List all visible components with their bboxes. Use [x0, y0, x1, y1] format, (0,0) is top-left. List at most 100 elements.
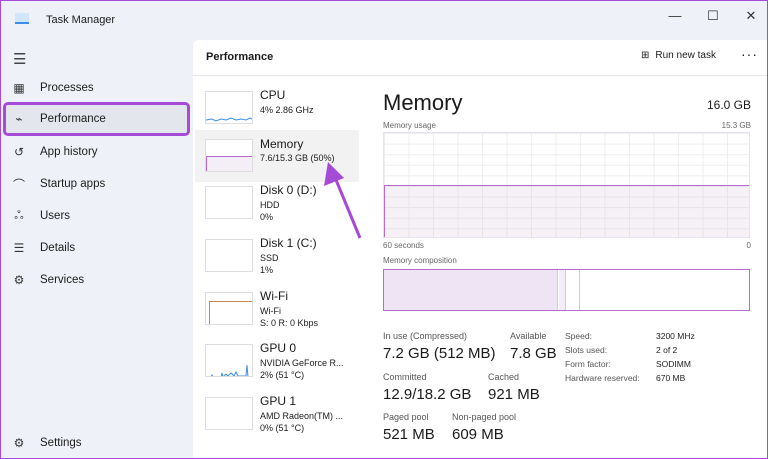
- stat-value: 921 MB: [488, 386, 540, 403]
- close-button[interactable]: ✕: [736, 6, 766, 26]
- sidebar-item-label: Settings: [40, 437, 82, 449]
- memory-composition-bar: [383, 269, 750, 311]
- minimize-button[interactable]: —: [660, 6, 690, 26]
- sidebar-item-processes[interactable]: ▦ Processes: [0, 73, 190, 103]
- main-panel: Performance ⊞ Run new task ··· CPU 4% 2.86…: [193, 40, 768, 459]
- device-detail: 4% 2.86 GHz: [260, 105, 314, 115]
- header-divider: [193, 75, 768, 76]
- time-axis-end: 0: [746, 241, 751, 250]
- spec-label: Slots used:: [565, 345, 608, 355]
- sidebar-item-label: App history: [40, 146, 98, 158]
- spec-value: 2 of 2: [656, 345, 678, 355]
- maximize-button[interactable]: ☐: [698, 6, 728, 26]
- device-detail: NVIDIA GeForce R...: [260, 358, 344, 368]
- spec-value: SODIMM: [656, 359, 691, 369]
- spec-value: 3200 MHz: [656, 331, 695, 341]
- stat-value: 7.8 GB: [510, 345, 557, 362]
- device-wifi[interactable]: Wi-Fi Wi-Fi S: 0 R: 0 Kbps: [195, 286, 359, 338]
- sidebar-item-app-history[interactable]: ↺ App history: [0, 137, 190, 167]
- run-new-task-label: Run new task: [655, 50, 716, 61]
- device-detail: SSD: [260, 253, 279, 263]
- modified-segment: [559, 270, 566, 310]
- sidebar-item-label: Startup apps: [40, 178, 106, 190]
- stat-label: Cached: [488, 372, 520, 382]
- memory-usage-area: [384, 185, 749, 237]
- history-icon: ↺: [13, 145, 25, 159]
- device-name: Wi-Fi: [260, 289, 288, 303]
- time-axis-start: 60 seconds: [383, 241, 424, 250]
- device-usage: 1%: [260, 265, 274, 275]
- stat-label: In use (Compressed): [383, 331, 468, 341]
- annotation-arrow: [324, 162, 362, 239]
- device-usage: 0%: [260, 212, 274, 222]
- sidebar-item-label: Users: [40, 210, 71, 222]
- memory-usage-max: 15.3 GB: [721, 121, 751, 130]
- speedometer-icon: ⌒: [12, 177, 25, 192]
- device-gpu-0[interactable]: GPU 0 NVIDIA GeForce R... 2% (51 °C): [195, 338, 359, 390]
- performance-icon: ⌁: [15, 112, 23, 126]
- device-detail: HDD: [260, 200, 280, 210]
- stat-value: 609 MB: [452, 426, 504, 443]
- memory-usage-label: Memory usage: [383, 121, 436, 130]
- users-icon: ஃ: [14, 208, 24, 222]
- device-name: GPU 0: [260, 341, 297, 355]
- sidebar-item-users[interactable]: ஃ Users: [0, 201, 190, 231]
- run-new-task-button[interactable]: ⊞ Run new task: [641, 50, 716, 61]
- standby-divider: [579, 270, 580, 310]
- sidebar-item-settings[interactable]: ⚙ Settings: [0, 428, 190, 458]
- sidebar-item-label: Processes: [40, 82, 94, 94]
- hamburger-menu-icon[interactable]: ☰: [13, 50, 26, 68]
- gpu-thumbnail: [205, 397, 253, 430]
- device-name: Memory: [260, 137, 304, 151]
- stat-value: 12.9/18.2 GB: [383, 386, 472, 403]
- cpu-thumbnail: [205, 91, 253, 124]
- gear-icon: ⚙: [13, 436, 25, 450]
- spec-label: Hardware reserved:: [565, 373, 640, 383]
- disk-thumbnail: [205, 186, 253, 219]
- list-icon: ☰: [13, 241, 25, 255]
- spec-value: 670 MB: [656, 373, 686, 383]
- sidebar-item-startup-apps[interactable]: ⌒ Startup apps: [0, 169, 190, 199]
- gpu-thumbnail: [205, 344, 253, 377]
- total-memory: 16.0 GB: [706, 98, 751, 112]
- device-name: Disk 0 (D:): [260, 183, 317, 197]
- device-usage: 0% (51 °C): [260, 423, 305, 433]
- sidebar-item-label: Details: [40, 242, 76, 254]
- memory-thumbnail: [205, 139, 253, 172]
- device-usage: 2% (51 °C): [260, 370, 305, 380]
- detail-title: Memory: [383, 90, 463, 115]
- spec-label: Speed:: [565, 331, 592, 341]
- task-manager-icon: [15, 13, 29, 24]
- stat-value: 7.2 GB (512 MB): [383, 345, 496, 362]
- device-gpu-1[interactable]: GPU 1 AMD Radeon(TM) ... 0% (51 °C): [195, 391, 359, 443]
- stat-label: Non-paged pool: [452, 412, 517, 422]
- page-title: Performance: [206, 51, 274, 63]
- memory-composition-label: Memory composition: [383, 256, 457, 265]
- device-detail: Wi-Fi: [260, 306, 281, 316]
- title-bar: Task Manager — ☐ ✕: [0, 0, 768, 40]
- device-name: Disk 1 (C:): [260, 236, 317, 250]
- processes-icon: ▦: [13, 81, 25, 95]
- stat-label: Committed: [383, 372, 427, 382]
- device-usage: S: 0 R: 0 Kbps: [260, 318, 319, 328]
- stat-value: 521 MB: [383, 426, 435, 443]
- sidebar-item-details[interactable]: ☰ Details: [0, 233, 190, 263]
- services-icon: ⚙: [13, 273, 25, 287]
- wifi-thumbnail: [205, 292, 253, 325]
- device-name: GPU 1: [260, 394, 297, 408]
- spec-label: Form factor:: [565, 359, 611, 369]
- window-title: Task Manager: [46, 14, 116, 26]
- stat-label: Paged pool: [383, 412, 429, 422]
- sidebar-item-label: Performance: [40, 113, 106, 125]
- sidebar-item-services[interactable]: ⚙ Services: [0, 265, 190, 295]
- device-detail: AMD Radeon(TM) ...: [260, 411, 344, 421]
- disk-thumbnail: [205, 239, 253, 272]
- new-task-icon: ⊞: [641, 50, 650, 61]
- device-name: CPU: [260, 88, 286, 102]
- sidebar-item-performance[interactable]: ⌁ Performance: [3, 102, 190, 136]
- memory-usage-graph: [383, 132, 750, 238]
- in-use-segment: [384, 270, 558, 310]
- more-options-button[interactable]: ···: [741, 46, 758, 62]
- stat-label: Available: [510, 331, 547, 341]
- sidebar-item-label: Services: [40, 274, 85, 286]
